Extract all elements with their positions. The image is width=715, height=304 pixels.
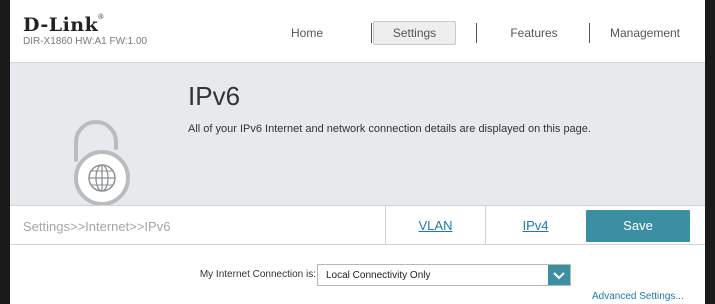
save-button[interactable]: Save [586,210,690,242]
tab-ipv4[interactable]: IPv4 [485,206,585,245]
nav-features[interactable]: Features [497,21,571,45]
nav-home[interactable]: Home [272,21,342,45]
nav-separator [476,23,477,43]
chevron-down-icon[interactable] [548,265,570,285]
brand-mark: ® [98,14,104,21]
model-info: DIR-X1860 HW:A1 FW:1.00 [23,36,148,47]
page-description: All of your IPv6 Internet and network co… [188,123,591,135]
nav-separator [589,23,590,43]
nav-settings[interactable]: Settings [373,21,456,45]
brand-name: D-Link [23,14,99,36]
connection-type-select[interactable]: Local Connectivity Only [317,264,571,286]
page-title: IPv6 [188,81,241,111]
tab-vlan[interactable]: VLAN [385,206,485,245]
connection-type-label: My Internet Connection is: [199,269,316,280]
section-tabbar: Settings>>Internet>>IPv6 VLAN IPv4 Save [10,205,705,245]
breadcrumb: Settings>>Internet>>IPv6 [23,219,171,234]
connection-type-row: My Internet Connection is: Local Connect… [10,264,705,286]
page-banner: IPv6 All of your IPv6 Internet and netwo… [10,62,705,206]
header: D-Link® DIR-X1860 HW:A1 FW:1.00 Home Set… [10,0,705,60]
dlink-logo[interactable]: D-Link® [23,14,104,36]
advanced-settings-link[interactable]: Advanced Settings... [592,291,684,302]
connection-type-value: Local Connectivity Only [326,270,431,281]
lock-globe-icon [66,115,146,206]
router-settings-page: D-Link® DIR-X1860 HW:A1 FW:1.00 Home Set… [10,0,705,304]
nav-management[interactable]: Management [595,21,695,45]
nav-separator [371,23,372,43]
